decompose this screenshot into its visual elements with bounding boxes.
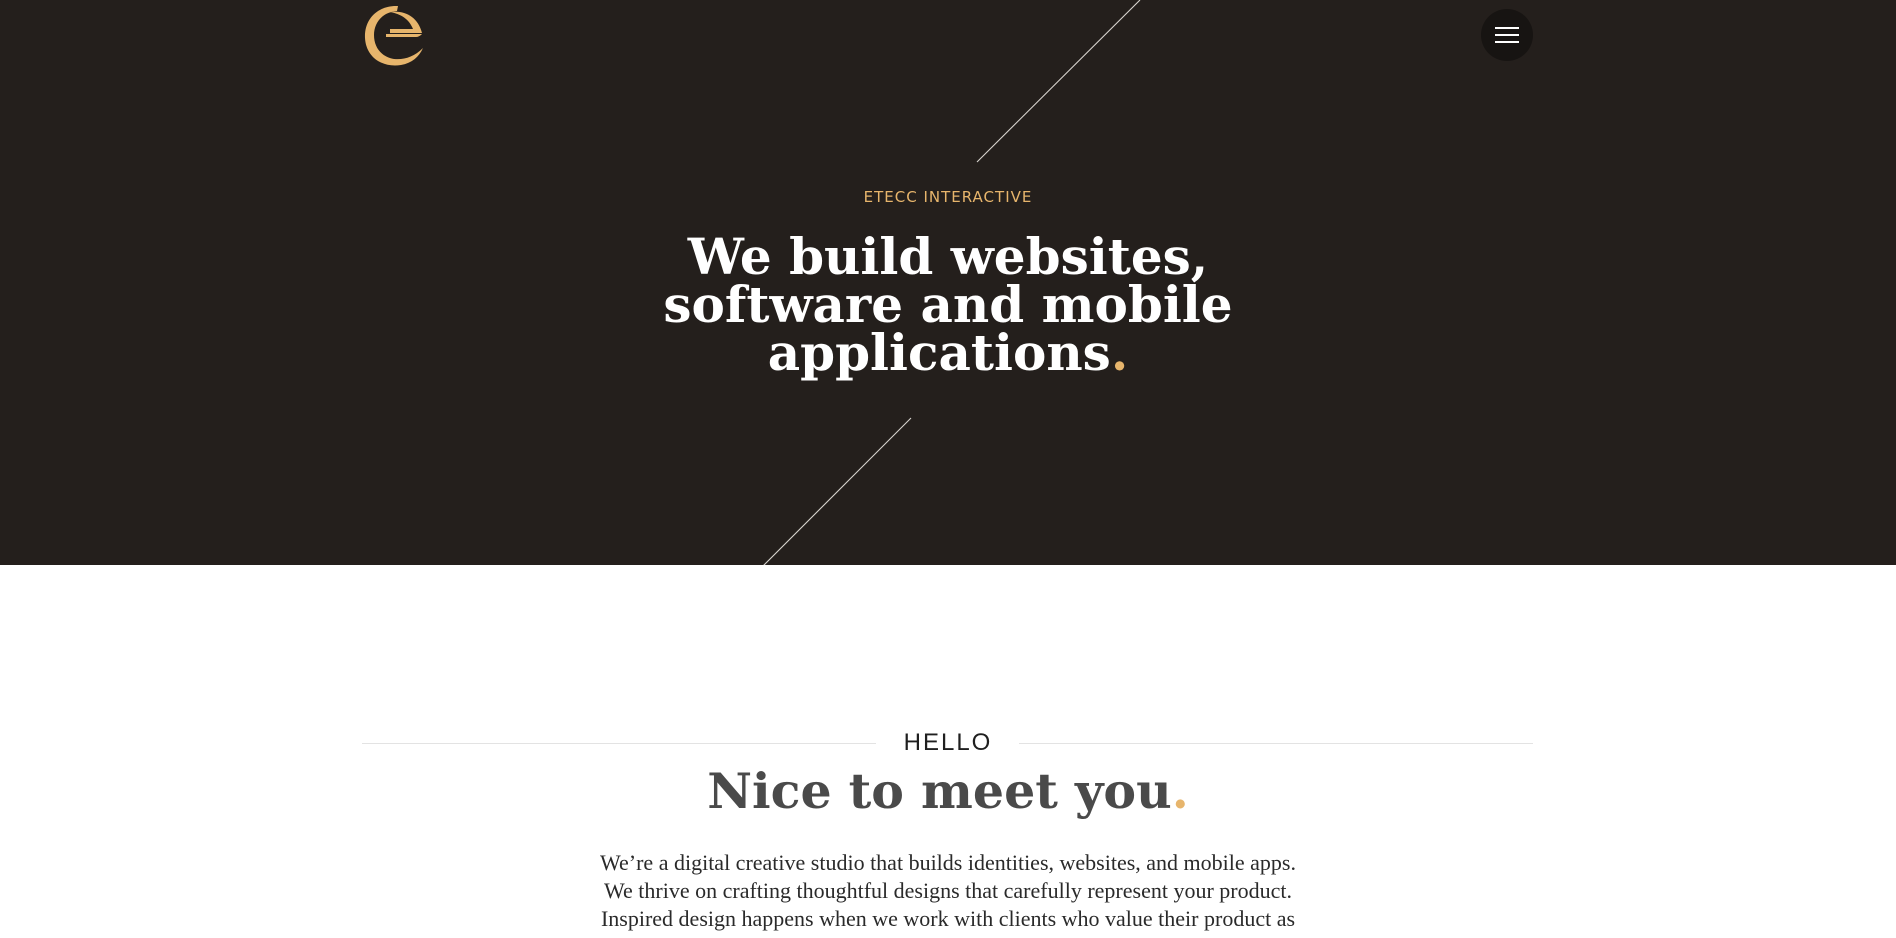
etecc-logo[interactable] bbox=[362, 2, 424, 68]
hamburger-line-icon bbox=[1495, 41, 1519, 43]
hamburger-line-icon bbox=[1495, 27, 1519, 29]
intro-line-1: We’re a digital creative studio that bui… bbox=[600, 850, 1296, 875]
hamburger-line-icon bbox=[1495, 34, 1519, 36]
intro-line-3: Inspired design happens when we work wit… bbox=[600, 906, 1296, 931]
intro-line-2: We thrive on crafting thoughtful designs… bbox=[604, 878, 1292, 903]
section-title-dot: . bbox=[1171, 762, 1189, 820]
section-label: HELLO bbox=[903, 729, 993, 756]
section-title: Nice to meet you. bbox=[0, 761, 1896, 821]
bottom-diagonal-line bbox=[763, 417, 912, 565]
about-section: HELLO Nice to meet you. We’re a digital … bbox=[0, 565, 1896, 938]
intro-paragraph: We’re a digital creative studio that bui… bbox=[548, 849, 1348, 933]
hero-headline: We build websites, software and mobile a… bbox=[548, 232, 1348, 378]
hero-headline-line-3: applications bbox=[767, 323, 1111, 382]
hero-headline-dot: . bbox=[1110, 323, 1129, 382]
etecc-logo-icon bbox=[364, 5, 423, 66]
top-diagonal-line bbox=[976, 0, 1141, 163]
menu-button[interactable] bbox=[1481, 9, 1533, 61]
hero-eyebrow: ETECC INTERACTIVE bbox=[863, 188, 1033, 206]
hero-section: ETECC INTERACTIVE We build websites, sof… bbox=[0, 0, 1896, 565]
section-title-text: Nice to meet you bbox=[707, 762, 1172, 820]
